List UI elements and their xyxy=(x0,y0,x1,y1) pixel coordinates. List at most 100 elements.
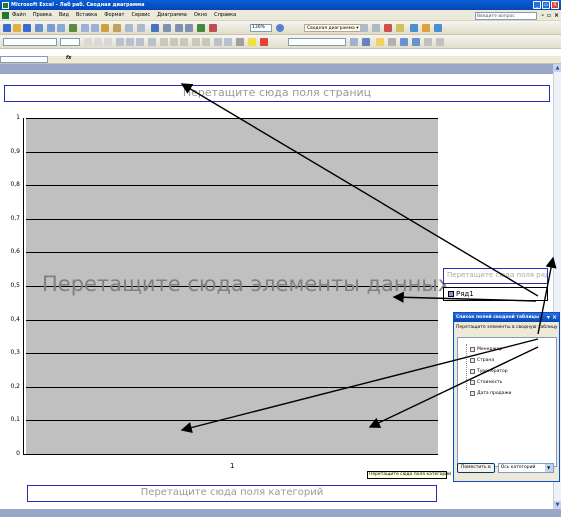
field-list-icon[interactable] xyxy=(422,24,430,32)
paste-icon[interactable] xyxy=(101,24,109,32)
name-box[interactable] xyxy=(0,56,48,63)
angle-text-down-icon[interactable] xyxy=(424,38,432,46)
workbook-icon[interactable] xyxy=(2,11,9,19)
underline-icon[interactable] xyxy=(104,38,112,46)
spelling-icon[interactable] xyxy=(69,24,77,32)
increase-decimal-icon[interactable] xyxy=(192,38,200,46)
sort-ascending-icon[interactable] xyxy=(175,24,183,32)
refresh-icon[interactable] xyxy=(396,24,404,32)
italic-icon[interactable] xyxy=(94,38,102,46)
zoom-select[interactable]: 130% xyxy=(250,24,272,32)
redo-icon[interactable] xyxy=(137,24,145,32)
font-name-select[interactable] xyxy=(3,38,57,46)
chart-wizard-icon[interactable] xyxy=(197,24,205,32)
chevron-down-icon[interactable]: ▼ xyxy=(544,464,553,472)
increase-indent-icon[interactable] xyxy=(224,38,232,46)
doc-restore-icon[interactable]: ▫ xyxy=(547,12,551,19)
field-settings-icon[interactable] xyxy=(410,24,418,32)
undo-icon[interactable] xyxy=(125,24,133,32)
field-item[interactable]: Стоимость xyxy=(458,377,556,388)
scroll-down-icon[interactable]: ▼ xyxy=(554,501,561,509)
menu-help[interactable]: Справка xyxy=(214,12,236,18)
data-items-drop-zone[interactable]: Перетащите сюда элементы данных xyxy=(42,272,450,296)
permission-icon[interactable] xyxy=(35,24,43,32)
legend-icon[interactable] xyxy=(376,38,384,46)
pivot-chart-icon[interactable] xyxy=(372,24,380,32)
data-table-icon[interactable] xyxy=(388,38,396,46)
chart-objects-select[interactable] xyxy=(288,38,346,46)
borders-icon[interactable] xyxy=(236,38,244,46)
page-fields-drop-zone[interactable]: Перетащите сюда поля страниц xyxy=(4,85,550,102)
fx-icon[interactable]: fx xyxy=(66,55,71,61)
gridline xyxy=(26,252,438,254)
copy-icon[interactable] xyxy=(91,24,99,32)
menu-chart[interactable]: Диаграмма xyxy=(157,12,187,18)
help-icon[interactable] xyxy=(276,24,284,32)
restore-icon[interactable]: ▫ xyxy=(542,1,550,9)
autosum-icon[interactable] xyxy=(163,24,171,32)
format-report-icon[interactable] xyxy=(360,24,368,32)
series-fields-drop-zone[interactable]: Перетащите сюда поля рядов xyxy=(443,268,548,284)
menu-insert[interactable]: Вставка xyxy=(76,12,97,18)
field-item[interactable]: Туроператор xyxy=(458,366,556,377)
font-size-select[interactable] xyxy=(60,38,80,46)
show-detail-icon[interactable] xyxy=(384,24,392,32)
bold-icon[interactable] xyxy=(84,38,92,46)
menu-tools[interactable]: Сервис xyxy=(131,12,150,18)
doc-close-icon[interactable]: × xyxy=(554,12,559,19)
decrease-indent-icon[interactable] xyxy=(214,38,222,46)
field-item[interactable]: Дата продажи xyxy=(458,388,556,399)
close-icon[interactable]: X xyxy=(551,1,559,9)
align-center-icon[interactable] xyxy=(126,38,134,46)
menu-file[interactable]: Файл xyxy=(12,12,26,18)
help-search-input[interactable]: Введите вопрос xyxy=(475,12,537,20)
drawing-icon[interactable] xyxy=(209,24,217,32)
field-label: Дата продажи xyxy=(477,391,512,396)
open-icon[interactable] xyxy=(13,24,21,32)
format-painter-icon[interactable] xyxy=(113,24,121,32)
menu-format[interactable]: Формат xyxy=(104,12,124,18)
print-preview-icon[interactable] xyxy=(57,24,65,32)
chart-type-icon[interactable] xyxy=(362,38,370,46)
align-right-icon[interactable] xyxy=(136,38,144,46)
currency-icon[interactable] xyxy=(160,38,168,46)
minimize-icon[interactable]: _ xyxy=(533,1,541,9)
by-column-icon[interactable] xyxy=(412,38,420,46)
percent-icon[interactable] xyxy=(170,38,178,46)
align-left-icon[interactable] xyxy=(116,38,124,46)
cut-icon[interactable] xyxy=(81,24,89,32)
hyperlink-icon[interactable] xyxy=(151,24,159,32)
menu-window[interactable]: Окно xyxy=(194,12,207,18)
legend-label: Ряд1 xyxy=(456,290,474,298)
add-to-button[interactable]: Поместить в xyxy=(457,463,495,473)
merge-center-icon[interactable] xyxy=(148,38,156,46)
hide-field-list-icon[interactable] xyxy=(434,24,442,32)
format-chart-icon[interactable] xyxy=(350,38,358,46)
by-row-icon[interactable] xyxy=(400,38,408,46)
menu-edit[interactable]: Правка xyxy=(33,12,52,18)
scroll-up-icon[interactable]: ▲ xyxy=(554,64,561,72)
pivot-chart-button[interactable]: Сводная диаграмма ▾ xyxy=(304,24,362,32)
doc-minimize-icon[interactable]: - xyxy=(541,12,544,19)
category-fields-drop-zone[interactable]: Перетащите сюда поля категорий xyxy=(27,485,437,502)
field-item[interactable]: Страна xyxy=(458,355,556,366)
y-tick-label: 0,2 xyxy=(10,382,20,390)
field-item[interactable]: Менеджер xyxy=(458,344,556,355)
gridline xyxy=(26,218,438,220)
sort-descending-icon[interactable] xyxy=(185,24,193,32)
close-icon[interactable]: ▾ × xyxy=(547,313,557,322)
fill-color-icon[interactable] xyxy=(248,38,256,46)
font-color-icon[interactable] xyxy=(260,38,268,46)
field-list-title-bar[interactable]: Список полей сводной таблицы ▾ × xyxy=(454,313,559,322)
decrease-decimal-icon[interactable] xyxy=(202,38,210,46)
new-icon[interactable] xyxy=(3,24,11,32)
field-icon xyxy=(470,391,475,396)
save-icon[interactable] xyxy=(23,24,31,32)
angle-text-up-icon[interactable] xyxy=(436,38,444,46)
menu-view[interactable]: Вид xyxy=(59,12,69,18)
print-icon[interactable] xyxy=(47,24,55,32)
comma-icon[interactable] xyxy=(180,38,188,46)
horizontal-scrollbar[interactable] xyxy=(0,509,561,517)
legend[interactable]: Ряд1 xyxy=(443,287,548,301)
area-select[interactable]: Ось категорий ▼ xyxy=(497,463,554,473)
